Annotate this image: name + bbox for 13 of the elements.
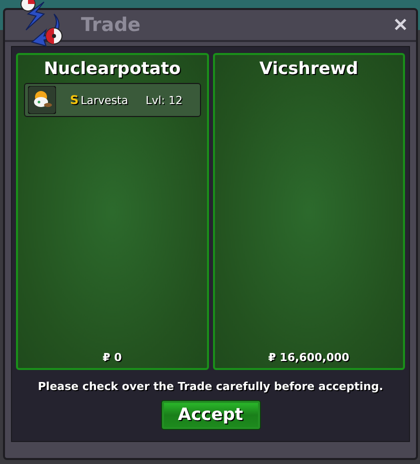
money-amount: ₽ 0 [102,351,122,364]
money-amount: ₽ 16,600,000 [268,351,350,364]
accept-button[interactable]: Accept [160,400,260,430]
trader-name: Vicshrewd [259,59,358,79]
offered-item[interactable]: S Larvesta Lvl: 12 [24,83,200,117]
notice-text: Please check over the Trade carefully before accepting. [38,380,384,393]
item-name: Larvesta [80,94,128,106]
trader-name: Nuclearpotato [44,59,181,79]
shiny-label: S [70,93,79,107]
item-level: Lvl: 12 [146,94,182,106]
close-button[interactable]: ✕ [391,14,410,36]
creature-icon [28,86,56,114]
window-title: Trade [81,14,141,36]
